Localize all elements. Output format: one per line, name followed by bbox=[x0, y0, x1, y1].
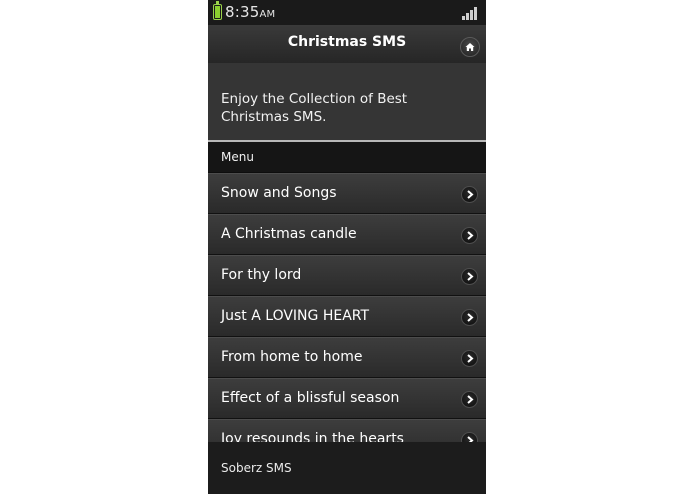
intro-panel: Enjoy the Collection of Best Christmas S… bbox=[208, 63, 486, 142]
menu-item-for-thy-lord[interactable]: For thy lord bbox=[208, 255, 486, 296]
chevron-right-icon bbox=[461, 391, 478, 408]
page-title: Christmas SMS bbox=[287, 34, 407, 50]
status-time: 8:35AM bbox=[225, 3, 275, 21]
home-button[interactable] bbox=[460, 37, 480, 57]
chevron-right-icon bbox=[461, 268, 478, 285]
footer: Soberz SMS bbox=[208, 442, 486, 494]
intro-text: Enjoy the Collection of Best Christmas S… bbox=[221, 91, 408, 125]
menu-item-label: For thy lord bbox=[221, 267, 302, 283]
signal-icon bbox=[462, 6, 478, 20]
home-icon bbox=[465, 43, 475, 51]
menu-item-from-home-to-home[interactable]: From home to home bbox=[208, 337, 486, 378]
menu-item-a-christmas-candle[interactable]: A Christmas candle bbox=[208, 214, 486, 255]
menu-item-label: From home to home bbox=[221, 349, 363, 365]
chevron-right-icon bbox=[461, 350, 478, 367]
status-time-value: 8:35 bbox=[225, 3, 260, 21]
menu-item-label: A Christmas candle bbox=[221, 226, 357, 242]
menu-item-effect-of-a-blissful-season[interactable]: Effect of a blissful season bbox=[208, 378, 486, 419]
phone-screen: 8:35AM Christmas SMS Enjoy the Collectio… bbox=[208, 0, 486, 494]
status-time-ampm: AM bbox=[259, 9, 276, 20]
menu-section-header: Menu bbox=[208, 142, 486, 173]
chevron-right-icon bbox=[461, 186, 478, 203]
menu-list: Snow and Songs A Christmas candle For th… bbox=[208, 173, 486, 460]
chevron-right-icon bbox=[461, 309, 478, 326]
menu-item-label: Just A LOVING HEART bbox=[221, 308, 370, 324]
menu-section-label: Menu bbox=[221, 150, 254, 164]
menu-item-label: Effect of a blissful season bbox=[221, 390, 400, 406]
title-bar: Christmas SMS bbox=[208, 25, 486, 64]
status-bar: 8:35AM bbox=[208, 0, 486, 25]
chevron-right-icon bbox=[461, 227, 478, 244]
menu-item-label: Snow and Songs bbox=[221, 185, 337, 201]
footer-text: Soberz SMS bbox=[221, 461, 292, 475]
battery-icon bbox=[213, 1, 222, 20]
menu-item-just-a-loving-heart[interactable]: Just A LOVING HEART bbox=[208, 296, 486, 337]
menu-item-snow-and-songs[interactable]: Snow and Songs bbox=[208, 173, 486, 214]
